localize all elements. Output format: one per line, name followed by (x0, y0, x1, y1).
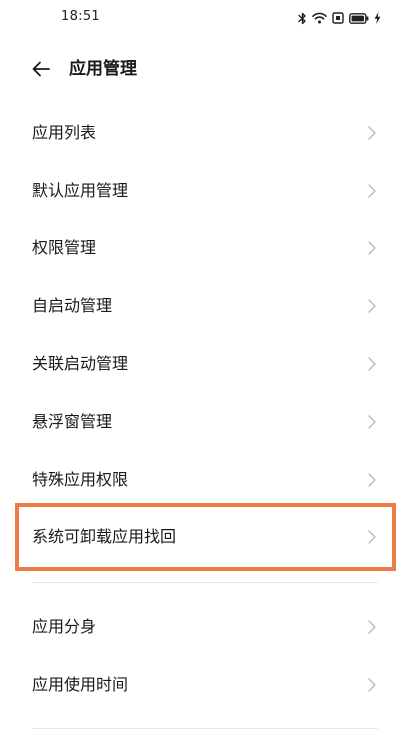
sim-card-icon (332, 12, 344, 24)
menu-item-special-permissions[interactable]: 特殊应用权限 (0, 452, 415, 508)
menu-item-label: 特殊应用权限 (32, 470, 129, 489)
wifi-icon (312, 12, 327, 24)
chevron-right-icon (368, 299, 376, 313)
page-title: 应用管理 (69, 59, 137, 79)
menu-item-floating-window[interactable]: 悬浮窗管理 (0, 394, 415, 450)
menu-item-label: 权限管理 (32, 238, 97, 257)
menu-item-app-list[interactable]: 应用列表 (0, 105, 415, 161)
screen: 18:51 应用管理 应用列表 默认应用管理 权限管理 自启动管理 关联启动管理… (0, 0, 415, 738)
chevron-right-icon (368, 473, 376, 487)
status-time: 18:51 (61, 9, 100, 24)
menu-item-app-clone[interactable]: 应用分身 (0, 599, 415, 655)
menu-item-label: 自启动管理 (32, 296, 113, 315)
menu-item-label: 关联启动管理 (32, 354, 129, 373)
chevron-right-icon (368, 184, 376, 198)
menu-item-label: 应用使用时间 (32, 675, 129, 694)
menu-item-app-usage-time[interactable]: 应用使用时间 (0, 657, 415, 713)
charging-icon (374, 12, 381, 24)
status-bar: 18:51 (0, 0, 415, 36)
menu-item-label: 悬浮窗管理 (32, 412, 113, 431)
arrow-left-icon[interactable] (30, 58, 52, 80)
status-icons (298, 10, 381, 26)
chevron-right-icon (368, 620, 376, 634)
chevron-right-icon (368, 126, 376, 140)
menu-item-associated-start[interactable]: 关联启动管理 (0, 336, 415, 392)
menu-item-permissions[interactable]: 权限管理 (0, 220, 415, 276)
bottom-divider (32, 728, 378, 729)
menu-item-label: 应用分身 (32, 617, 97, 636)
chevron-right-icon (368, 678, 376, 692)
chevron-right-icon (368, 241, 376, 255)
chevron-right-icon (368, 357, 376, 371)
bluetooth-icon (298, 12, 306, 24)
highlight-box (15, 503, 396, 571)
menu-item-label: 默认应用管理 (32, 181, 129, 200)
menu-item-auto-start[interactable]: 自启动管理 (0, 278, 415, 334)
battery-icon (349, 12, 369, 24)
menu-item-label: 应用列表 (32, 123, 97, 142)
chevron-right-icon (368, 415, 376, 429)
section-divider (32, 582, 378, 583)
menu-item-default-apps[interactable]: 默认应用管理 (0, 163, 415, 219)
header: 应用管理 (0, 50, 415, 90)
